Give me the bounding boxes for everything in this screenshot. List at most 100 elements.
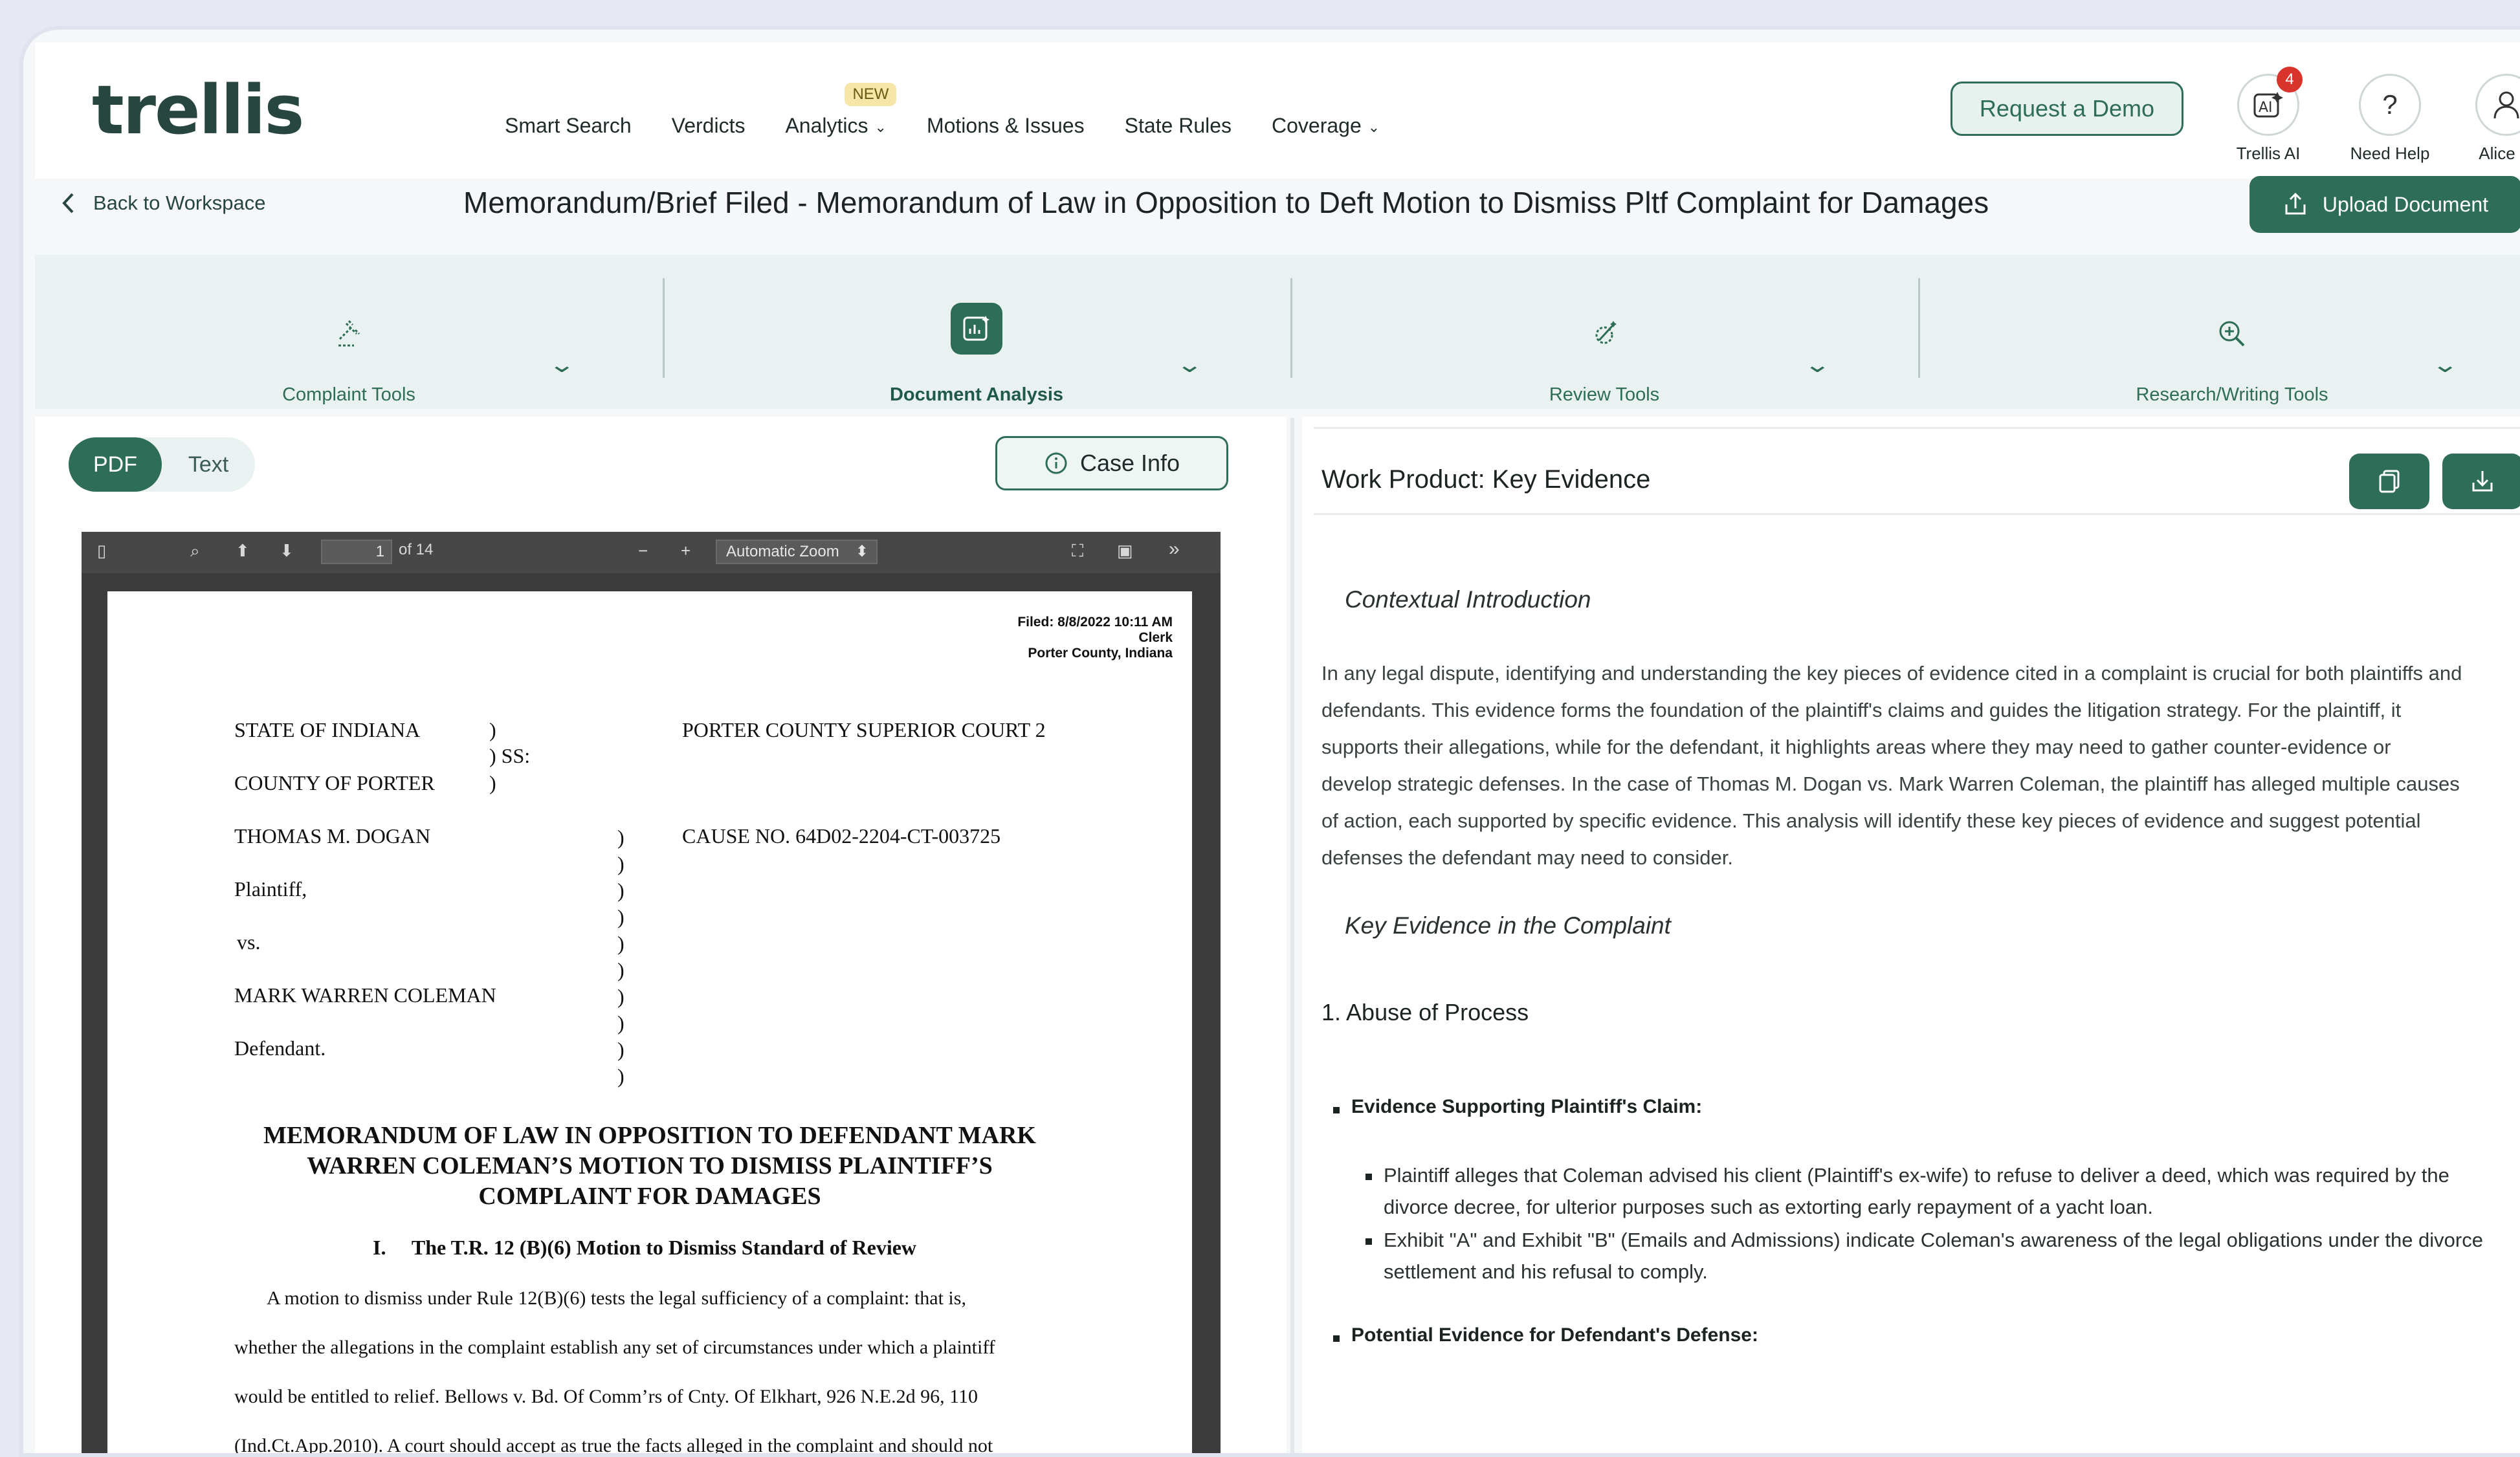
document-title: Memorandum/Brief Filed - Memorandum of L… <box>463 185 1989 220</box>
user-label: Alice ⌄ <box>2451 144 2520 164</box>
defendant-name: MARK WARREN COLEMAN <box>234 983 496 1007</box>
body-line: would be entitled to relief. Bellows v. … <box>234 1386 978 1408</box>
user-icon <box>2475 74 2520 136</box>
ai-icon: AI 4 <box>2237 74 2299 136</box>
panel-divider[interactable] <box>1290 418 1294 1457</box>
support-line: Plaintiff alleges that Coleman advised h… <box>1384 1159 2520 1191</box>
defendant-role: Defendant. <box>234 1036 326 1060</box>
intro-line: defendants. This evidence forms the foun… <box>1321 692 2520 728</box>
pdf-viewer: ▯ ⌕ ⬆ ⬇ 1 of 14 − + Automatic Zoom⬍ ⛶ ▣ … <box>82 532 1221 1457</box>
section-abuse-of-process: 1. Abuse of Process <box>1321 999 1529 1026</box>
zoom-value: Automatic Zoom <box>726 543 839 560</box>
zoom-in-icon[interactable]: + <box>681 541 691 561</box>
intro-paragraph: In any legal dispute, identifying and un… <box>1321 655 2520 876</box>
info-icon <box>1044 451 1068 476</box>
paren: ) <box>489 771 496 795</box>
trellis-ai-button[interactable]: AI 4 Trellis AI <box>2213 74 2323 164</box>
cause-number: CAUSE NO. 64D02-2204-CT-003725 <box>682 824 1000 848</box>
open-file-icon[interactable]: ▣ <box>1117 541 1133 561</box>
chevron-down-icon[interactable]: ⌄ <box>1804 352 1831 378</box>
view-toggle: PDF Text <box>69 437 255 492</box>
nav-state-rules[interactable]: State Rules <box>1125 114 1232 138</box>
trellis-logo[interactable]: trellis <box>92 76 303 144</box>
tool-label: Research/Writing Tools <box>1918 384 2520 406</box>
tool-review-tools[interactable]: Review Tools ⌄ <box>1290 255 1918 409</box>
section-heading: I. The T.R. 12 (B)(6) Motion to Dismiss … <box>373 1236 916 1260</box>
pdf-toolbar: ▯ ⌕ ⬆ ⬇ 1 of 14 − + Automatic Zoom⬍ ⛶ ▣ … <box>82 532 1221 573</box>
chevron-down-icon[interactable]: ⌄ <box>548 352 576 378</box>
need-help-label: Need Help <box>2335 144 2445 164</box>
back-to-workspace-link[interactable]: Back to Workspace <box>61 192 265 215</box>
work-product-title: Work Product: Key Evidence <box>1321 465 1650 494</box>
nav-analytics-label: Analytics <box>785 114 868 137</box>
trellis-ai-label: Trellis AI <box>2213 144 2323 164</box>
plaintiff-role: Plaintiff, <box>234 877 307 901</box>
fullscreen-icon[interactable]: ⛶ <box>1072 541 1083 562</box>
new-badge: NEW <box>845 83 896 106</box>
search-icon[interactable]: ⌕ <box>190 541 200 562</box>
intro-line: develop strategic defenses. In the case … <box>1321 765 2520 802</box>
user-name: Alice <box>2479 144 2515 163</box>
intro-heading: Contextual Introduction <box>1345 586 1591 613</box>
tool-label: Review Tools <box>1290 384 1918 406</box>
heading-line: MEMORANDUM OF LAW IN OPPOSITION TO DEFEN… <box>107 1121 1192 1151</box>
zoom-select[interactable]: Automatic Zoom ⬍ <box>716 540 878 564</box>
need-help-button[interactable]: ? Need Help <box>2335 74 2445 164</box>
chevron-left-icon <box>61 192 75 214</box>
download-icon <box>2470 468 2495 494</box>
copy-icon <box>2376 468 2402 494</box>
bullet <box>1365 1238 1372 1245</box>
support-label: Evidence Supporting Plaintiff's Claim: <box>1351 1096 1702 1118</box>
arrow-up-icon[interactable]: ⬆ <box>236 541 250 561</box>
tool-label: Document Analysis <box>663 384 1290 406</box>
body-line: A motion to dismiss under Rule 12(B)(6) … <box>267 1287 966 1309</box>
nav-links: Smart Search Verdicts NEW Analytics⌄ Mot… <box>505 114 1420 138</box>
bullet <box>1333 1335 1340 1342</box>
upload-document-button[interactable]: Upload Document <box>2249 176 2520 233</box>
nav-analytics[interactable]: NEW Analytics⌄ <box>785 114 886 138</box>
app-window: trellis Smart Search Verdicts NEW Analyt… <box>19 26 2520 1457</box>
case-info-button[interactable]: Case Info <box>995 436 1228 490</box>
arrow-down-icon[interactable]: ⬇ <box>280 541 294 561</box>
download-button[interactable] <box>2442 454 2520 509</box>
intro-line: In any legal dispute, identifying and un… <box>1321 655 2520 692</box>
work-product-panel: Work Product: Key Evidence Contextual In… <box>1302 417 2520 1457</box>
support-item: Plaintiff alleges that Coleman advised h… <box>1384 1159 2520 1223</box>
upload-label: Upload Document <box>2323 193 2488 217</box>
chevron-down-icon: ⌄ <box>875 119 887 136</box>
more-tools-icon[interactable]: » <box>1169 538 1180 560</box>
toggle-pdf[interactable]: PDF <box>69 437 162 492</box>
question-icon: ? <box>2359 74 2421 136</box>
memo-heading: MEMORANDUM OF LAW IN OPPOSITION TO DEFEN… <box>107 1121 1192 1212</box>
page-number-input[interactable]: 1 <box>321 540 392 564</box>
back-label: Back to Workspace <box>93 192 265 215</box>
svg-text:AI: AI <box>2259 100 2273 116</box>
tool-complaint-tools[interactable]: Complaint Tools ⌄ <box>35 255 663 409</box>
nav-smart-search[interactable]: Smart Search <box>505 114 632 138</box>
intro-line: supports their allegations, while for th… <box>1321 728 2520 765</box>
chevron-down-icon[interactable]: ⌄ <box>1176 352 1204 378</box>
toggle-text[interactable]: Text <box>162 437 255 492</box>
support-line: Exhibit "A" and Exhibit "B" (Emails and … <box>1384 1224 2520 1256</box>
select-arrow-icon: ⬍ <box>856 541 868 563</box>
nav-coverage[interactable]: Coverage⌄ <box>1272 114 1380 138</box>
tool-document-analysis[interactable]: Document Analysis ⌄ <box>663 255 1290 409</box>
tool-research-writing-tools[interactable]: Research/Writing Tools ⌄ <box>1918 255 2520 409</box>
filed-line: Clerk <box>1017 630 1173 646</box>
user-menu[interactable]: Alice ⌄ <box>2451 74 2520 164</box>
body-line: whether the allegations in the complaint… <box>234 1337 995 1359</box>
copy-button[interactable] <box>2349 454 2429 509</box>
notification-badge: 4 <box>2277 67 2303 93</box>
intro-line: defenses the defendant may need to consi… <box>1321 839 2520 876</box>
nav-motions-issues[interactable]: Motions & Issues <box>927 114 1085 138</box>
chevron-down-icon[interactable]: ⌄ <box>2431 352 2459 378</box>
filed-stamp: Filed: 8/8/2022 10:11 AM Clerk Porter Co… <box>1017 615 1173 661</box>
request-demo-button[interactable]: Request a Demo <box>1951 82 2183 136</box>
nav-verdicts[interactable]: Verdicts <box>672 114 746 138</box>
chart-icon <box>951 303 1002 355</box>
support-line: settlement and his refusal to comply. <box>1384 1256 2520 1287</box>
sidebar-toggle-icon[interactable]: ▯ <box>97 541 106 561</box>
zoom-out-icon[interactable]: − <box>638 541 648 561</box>
county-line: COUNTY OF PORTER <box>234 771 435 795</box>
key-evidence-heading: Key Evidence in the Complaint <box>1345 912 1671 939</box>
